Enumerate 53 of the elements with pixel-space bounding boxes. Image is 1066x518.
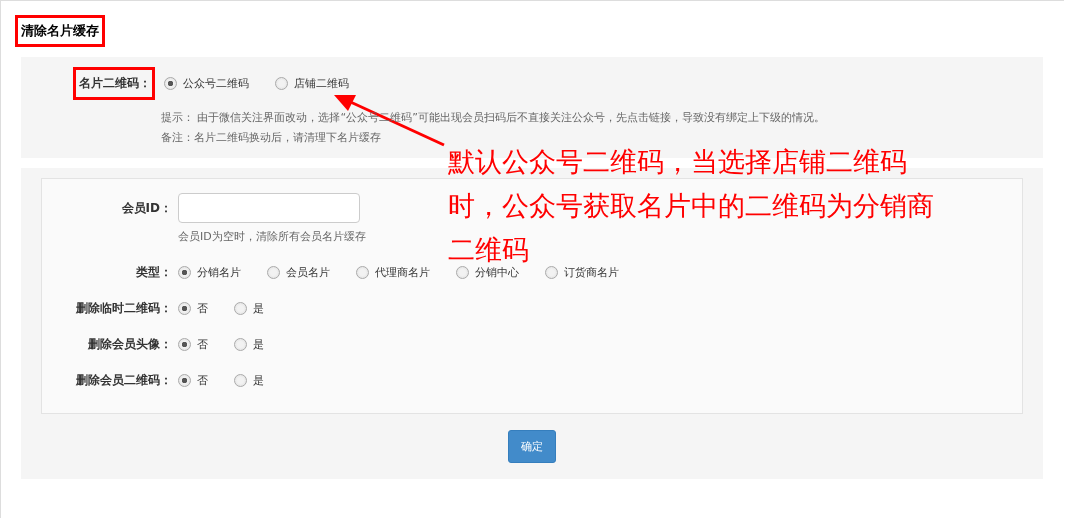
hint-text: 备注：名片二维码换动后，请清理下名片缓存: [161, 130, 381, 146]
field-label: 删除会员二维码：: [75, 371, 173, 389]
radio-option[interactable]: 公众号二维码: [164, 76, 249, 91]
radio-option[interactable]: 是: [234, 336, 264, 352]
option-label: 店铺二维码: [294, 76, 349, 91]
option-label: 会员名片: [286, 264, 330, 280]
radio-button[interactable]: [356, 265, 369, 279]
hint-text: 提示： 由于微信关注界面改动，选择“公众号二维码”可能出现会员扫码后不直接关注公众号，先点击链接，导致没有绑定上下级的情况。: [161, 110, 825, 126]
radio-option[interactable]: 是: [234, 372, 264, 388]
option-label: 分销名片: [197, 264, 241, 280]
radio-option[interactable]: 否: [178, 336, 208, 352]
radio-button[interactable]: [178, 301, 191, 315]
field-label: 会员ID：: [120, 199, 173, 217]
annotation-text: 时，公众号获取名片中的二维码为分销商: [448, 189, 934, 223]
annotation-text: 默认公众号二维码，当选择店铺二维码: [448, 145, 908, 179]
radio-button[interactable]: [178, 373, 191, 387]
radio-option[interactable]: 分销中心: [456, 264, 519, 280]
radio-option[interactable]: 代理商名片: [356, 264, 430, 280]
radio-option[interactable]: 是: [234, 300, 264, 316]
field-label: 类型：: [135, 263, 173, 281]
option-label: 是: [253, 300, 264, 316]
radio-button[interactable]: [178, 265, 191, 279]
option-label: 否: [197, 336, 208, 352]
radio-button[interactable]: [545, 265, 558, 279]
option-label: 是: [253, 372, 264, 388]
radio-button[interactable]: [234, 301, 247, 315]
option-label: 是: [253, 336, 264, 352]
radio-option[interactable]: 否: [178, 300, 208, 316]
hint-text: 会员ID为空时，清除所有会员名片缓存: [178, 229, 366, 245]
confirm-button[interactable]: 确定: [508, 430, 556, 463]
option-label: 公众号二维码: [183, 76, 249, 91]
option-label: 否: [197, 372, 208, 388]
radio-option[interactable]: 否: [178, 372, 208, 388]
option-label: 订货商名片: [564, 264, 619, 280]
radio-button[interactable]: [456, 265, 469, 279]
option-label: 代理商名片: [375, 264, 430, 280]
option-label: 分销中心: [475, 264, 519, 280]
radio-button[interactable]: [275, 77, 288, 90]
radio-button[interactable]: [234, 337, 247, 351]
field-label: 删除临时二维码：: [75, 299, 173, 317]
option-label: 否: [197, 300, 208, 316]
page-title: 清除名片缓存: [15, 15, 105, 47]
radio-button[interactable]: [234, 373, 247, 387]
radio-button[interactable]: [267, 265, 280, 279]
field-label: 名片二维码：: [73, 67, 155, 100]
radio-option[interactable]: 店铺二维码: [275, 76, 349, 91]
radio-option[interactable]: 分销名片: [178, 264, 241, 280]
radio-button[interactable]: [178, 337, 191, 351]
radio-option[interactable]: 订货商名片: [545, 264, 619, 280]
radio-option[interactable]: 会员名片: [267, 264, 330, 280]
field-label: 删除会员头像：: [87, 335, 173, 353]
radio-button[interactable]: [164, 77, 177, 90]
member-id-field[interactable]: [178, 193, 360, 223]
